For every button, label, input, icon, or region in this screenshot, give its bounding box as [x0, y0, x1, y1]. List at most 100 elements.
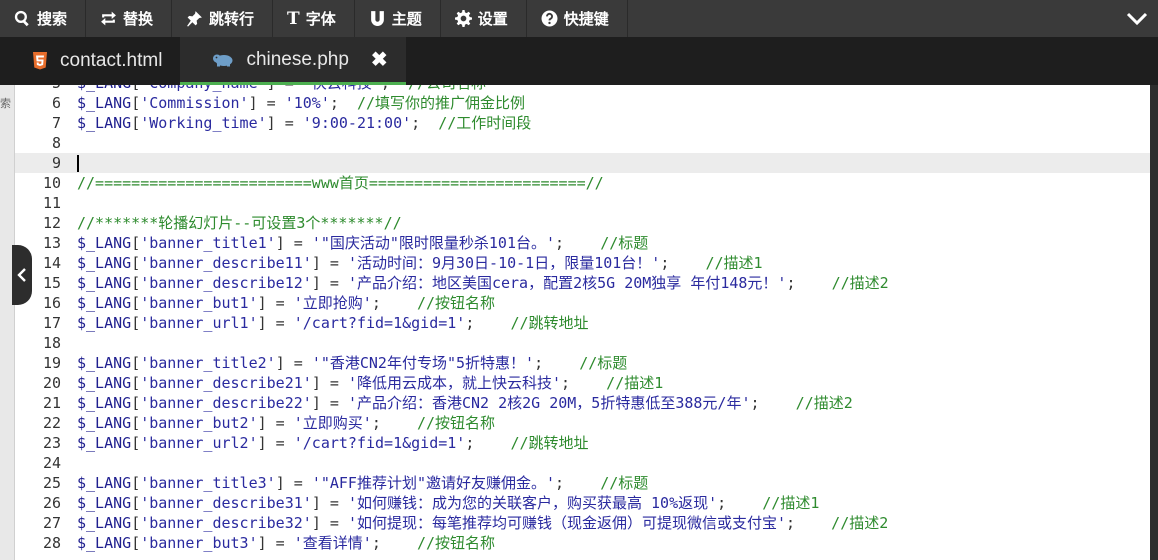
- code-line[interactable]: 24: [15, 453, 1150, 473]
- code-line[interactable]: 23 $_LANG['banner_url2'] = '/cart?fid=1&g…: [15, 433, 1150, 453]
- code-token: [: [131, 394, 141, 412]
- code-token: ] =: [257, 314, 294, 332]
- line-number: 5: [15, 85, 65, 93]
- code-line[interactable]: 7 $_LANG['Working_time'] = '9:00-21:00'; …: [15, 113, 1150, 133]
- code-editor[interactable]: 5$_LANG['Company_name'] = '快云科技'; //公司名称…: [14, 85, 1150, 560]
- code-token: 'banner_but2': [140, 414, 258, 432]
- code-token: $_LANG: [77, 374, 132, 392]
- code-line[interactable]: 19 $_LANG['banner_title2'] = '"香港CN2年付专场"…: [15, 353, 1150, 373]
- code-token: [: [131, 94, 141, 112]
- code-line[interactable]: 16 $_LANG['banner_but1'] = '立即抢购'; //按钮名称: [15, 293, 1150, 313]
- font-button[interactable]: T 字体: [273, 0, 355, 37]
- collapse-toolbar-button[interactable]: [1116, 0, 1158, 37]
- code-line[interactable]: 11: [15, 193, 1150, 213]
- code-token: //描述1: [606, 374, 664, 392]
- gear-icon: [454, 10, 472, 27]
- tab-chinese-php[interactable]: chinese.php ✖: [180, 37, 406, 85]
- tab-contact-html[interactable]: contact.html: [0, 37, 180, 85]
- code-token: '产品介绍：地区美国cera，配置2核5G 20M独享 年付148元！': [347, 274, 787, 292]
- code-token: //工作时间段: [438, 114, 532, 132]
- code-token: 'banner_title1': [140, 234, 276, 252]
- code-line[interactable]: 5$_LANG['Company_name'] = '快云科技'; //公司名称: [15, 85, 1150, 93]
- code-token: [: [131, 474, 141, 492]
- code-line[interactable]: 17 $_LANG['banner_url1'] = '/cart?fid=1&g…: [15, 313, 1150, 333]
- line-number: 11: [42, 194, 61, 212]
- code-token: '/cart?fid=1&gid=1': [293, 314, 466, 332]
- code-token: [: [131, 534, 141, 552]
- line-code: $_LANG['Company_name'] = '快云科技'; //公司名称: [65, 85, 486, 93]
- code-line[interactable]: 18: [15, 333, 1150, 353]
- code-token: [: [131, 374, 141, 392]
- replace-button[interactable]: 替换: [86, 0, 173, 37]
- code-token: 'Company_name': [140, 85, 266, 92]
- code-line[interactable]: 13 $_LANG['banner_title1'] = '"国庆活动"限时限量秒…: [15, 233, 1150, 253]
- code-token: 'Commission': [140, 94, 249, 112]
- code-token: ;: [465, 314, 511, 332]
- close-tab-icon[interactable]: ✖: [371, 47, 388, 72]
- code-line[interactable]: 21 $_LANG['banner_describe22'] = '产品介绍：香港…: [15, 393, 1150, 413]
- code-line[interactable]: 25 $_LANG['banner_title3'] = '"AFF推荐计划"邀请…: [15, 473, 1150, 493]
- code-line[interactable]: 26 $_LANG['banner_describe31'] = '如何赚钱：成为…: [15, 493, 1150, 513]
- chevron-left-icon: [17, 268, 26, 282]
- code-token: ] =: [275, 474, 312, 492]
- code-token: 'banner_url1': [140, 314, 258, 332]
- line-number: 19: [42, 354, 61, 372]
- line-number: 26: [42, 494, 61, 512]
- theme-button-label: 主题: [391, 10, 422, 28]
- code-line[interactable]: 6 $_LANG['Commission'] = '10%'; //填写你的推广佣…: [15, 93, 1150, 113]
- code-token: ] =: [257, 534, 294, 552]
- goto-line-button[interactable]: 跳转行: [172, 0, 274, 37]
- line-number: 21: [42, 394, 61, 412]
- code-line[interactable]: 9: [15, 153, 1150, 173]
- html5-icon: [32, 52, 48, 70]
- vertical-scrollbar[interactable]: [1150, 85, 1158, 560]
- code-line[interactable]: 27 $_LANG['banner_describe32'] = '如何提现：每笔…: [15, 513, 1150, 533]
- code-line[interactable]: 15 $_LANG['banner_describe12'] = '产品介绍：地区…: [15, 273, 1150, 293]
- line-code: $_LANG['Working_time'] = '9:00-21:00'; /…: [65, 113, 531, 133]
- code-token: [: [131, 114, 141, 132]
- settings-button[interactable]: 设置: [441, 0, 527, 37]
- theme-button[interactable]: 主题: [355, 0, 441, 37]
- code-line[interactable]: 8: [15, 133, 1150, 153]
- code-token: 'banner_describe11': [140, 254, 312, 272]
- line-number: 17: [42, 314, 61, 332]
- code-line[interactable]: 14 $_LANG['banner_describe11'] = '活动时间：9月…: [15, 253, 1150, 273]
- line-number: 9: [51, 154, 61, 172]
- code-line[interactable]: 12 //*******轮播幻灯片--可设置3个*******//: [15, 213, 1150, 233]
- toolbar: 搜索 替换 跳转行 T 字体 主题 设置 快捷键: [0, 0, 1158, 37]
- settings-button-label: 设置: [477, 10, 508, 28]
- code-token: '"AFF推荐计划"邀请好友赚佣金。': [311, 474, 556, 492]
- code-line[interactable]: 10 //========================www首页=======…: [15, 173, 1150, 193]
- line-number: 24: [42, 454, 61, 472]
- code-token: [: [131, 494, 141, 512]
- sidebar-toggle-button[interactable]: [12, 245, 32, 305]
- line-code: $_LANG['banner_describe22'] = '产品介绍：香港CN…: [65, 393, 853, 413]
- code-line[interactable]: 28 $_LANG['banner_but3'] = '查看详情'; //按钮名称: [15, 533, 1150, 553]
- code-token: //跳转地址: [510, 314, 589, 332]
- code-token: //*******轮播幻灯片--可设置3个*******//: [77, 214, 402, 232]
- line-number: 20: [42, 374, 61, 392]
- code-token: ] =: [311, 374, 348, 392]
- code-token: [: [131, 234, 141, 252]
- code-token: ;: [329, 94, 357, 112]
- code-line[interactable]: 20 $_LANG['banner_describe21'] = '降低用云成本，…: [15, 373, 1150, 393]
- shortcuts-button[interactable]: 快捷键: [527, 0, 628, 37]
- line-code: $_LANG['banner_title3'] = '"AFF推荐计划"邀请好友…: [65, 473, 648, 493]
- code-token: //标题: [600, 234, 649, 252]
- tab-chinese-php-label: chinese.php: [246, 48, 349, 70]
- code-token: 'banner_describe22': [140, 394, 312, 412]
- code-token: $_LANG: [77, 514, 132, 532]
- code-token: '10%': [284, 94, 330, 112]
- code-token: '产品介绍：香港CN2 2核2G 20M，5折特惠低至388元/年': [347, 394, 751, 412]
- code-token: ] =: [311, 254, 348, 272]
- code-token: ;: [465, 434, 511, 452]
- line-code: $_LANG['Commission'] = '10%'; //填写你的推广佣金…: [65, 93, 525, 113]
- code-line[interactable]: 22 $_LANG['banner_but2'] = '立即购买'; //按钮名称: [15, 413, 1150, 433]
- code-token: ] =: [311, 494, 348, 512]
- code-token: //描述1: [762, 494, 820, 512]
- line-code: $_LANG['banner_but1'] = '立即抢购'; //按钮名称: [65, 293, 495, 313]
- code-token: ;: [381, 85, 408, 92]
- search-button[interactable]: 搜索: [0, 0, 87, 37]
